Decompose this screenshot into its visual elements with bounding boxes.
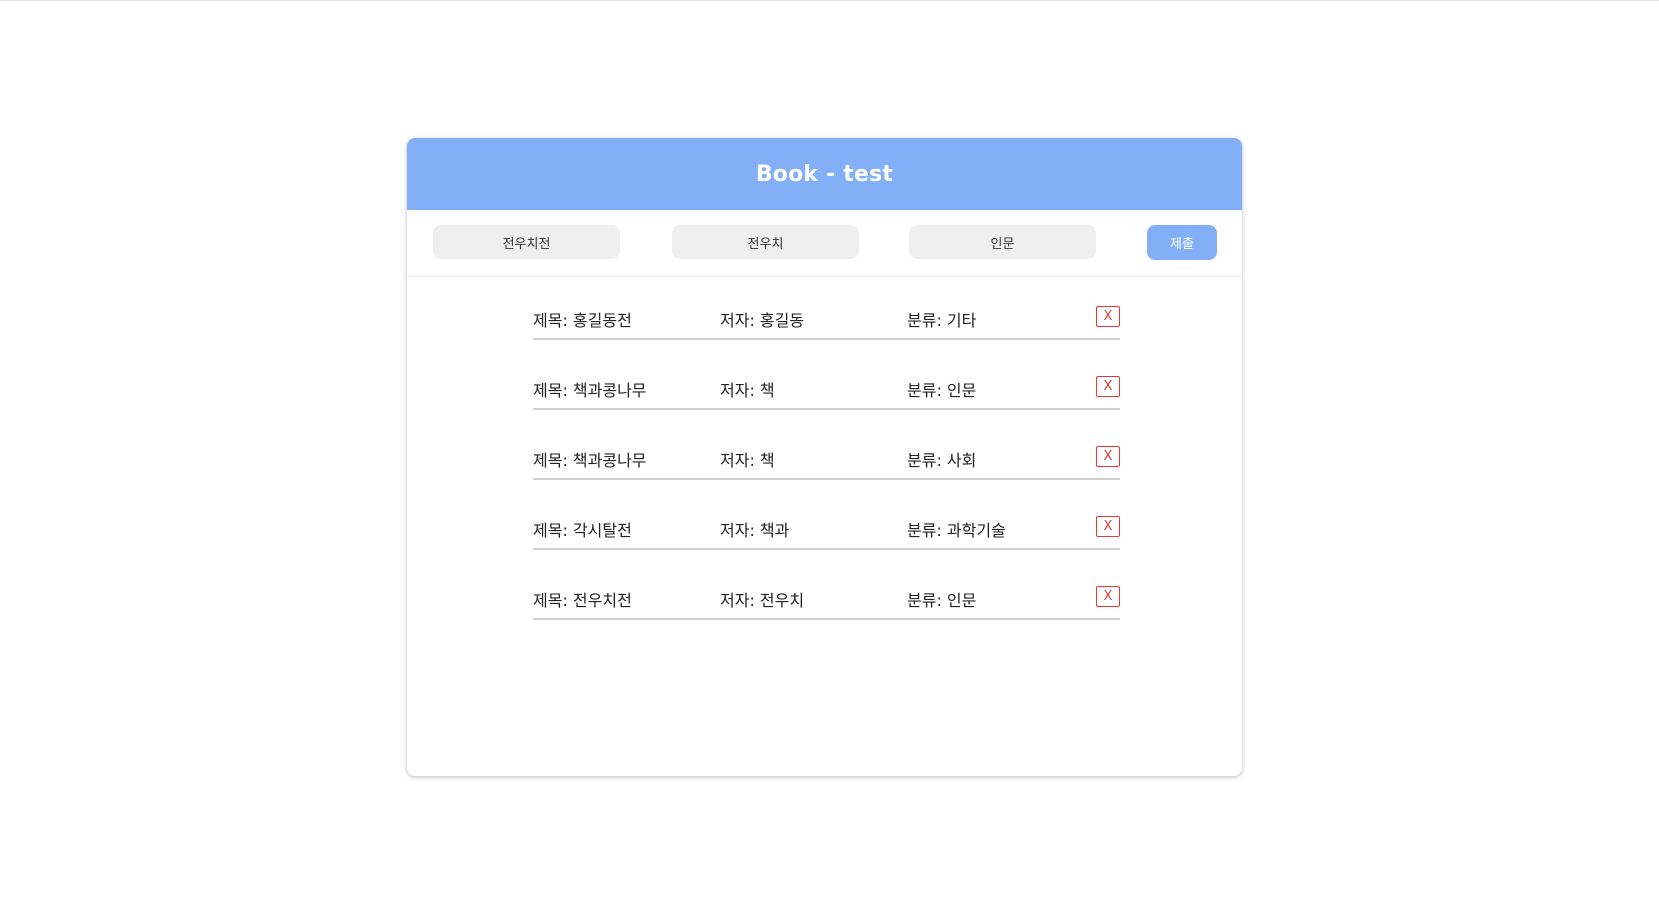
book-category: 분류: 사회 (907, 451, 977, 470)
delete-button[interactable]: X (1096, 516, 1120, 537)
book-category: 분류: 기타 (907, 311, 977, 330)
book-author: 저자: 책 (720, 381, 775, 400)
book-category: 분류: 인문 (907, 381, 977, 400)
top-divider (0, 0, 1659, 1)
delete-button[interactable]: X (1096, 306, 1120, 327)
book-author: 저자: 전우치 (720, 591, 805, 610)
category-input[interactable] (909, 225, 1096, 259)
book-row: 제목: 각시탈전 저자: 책과 분류: 과학기술 X (533, 510, 1120, 550)
book-author: 저자: 책 (720, 451, 775, 470)
book-row: 제목: 홍길동전 저자: 홍길동 분류: 기타 X (533, 300, 1120, 340)
book-list: 제목: 홍길동전 저자: 홍길동 분류: 기타 X 제목: 책과콩나무 저자: … (533, 300, 1120, 650)
page-title: Book - test (755, 161, 894, 187)
book-category: 분류: 인문 (907, 591, 977, 610)
book-title: 제목: 책과콩나무 (533, 451, 647, 470)
delete-button[interactable]: X (1096, 446, 1120, 467)
book-row: 제목: 책과콩나무 저자: 책 분류: 사회 X (533, 440, 1120, 480)
book-row: 제목: 전우치전 저자: 전우치 분류: 인문 X (533, 580, 1120, 620)
delete-button[interactable]: X (1096, 586, 1120, 607)
book-title: 제목: 전우치전 (533, 591, 632, 610)
book-card: Book - test 제출 제목: 홍길동전 저자: 홍길동 분류: 기타 X… (407, 138, 1242, 776)
book-category: 분류: 과학기술 (907, 521, 1006, 540)
submit-button[interactable]: 제출 (1147, 225, 1217, 260)
book-author: 저자: 홍길동 (720, 311, 805, 330)
book-title: 제목: 각시탈전 (533, 521, 632, 540)
book-title: 제목: 책과콩나무 (533, 381, 647, 400)
card-header: Book - test (407, 138, 1242, 210)
delete-button[interactable]: X (1096, 376, 1120, 397)
book-title: 제목: 홍길동전 (533, 311, 632, 330)
author-input[interactable] (672, 225, 859, 259)
book-author: 저자: 책과 (720, 521, 790, 540)
title-input[interactable] (433, 225, 620, 259)
book-form: 제출 (407, 210, 1242, 277)
book-row: 제목: 책과콩나무 저자: 책 분류: 인문 X (533, 370, 1120, 410)
